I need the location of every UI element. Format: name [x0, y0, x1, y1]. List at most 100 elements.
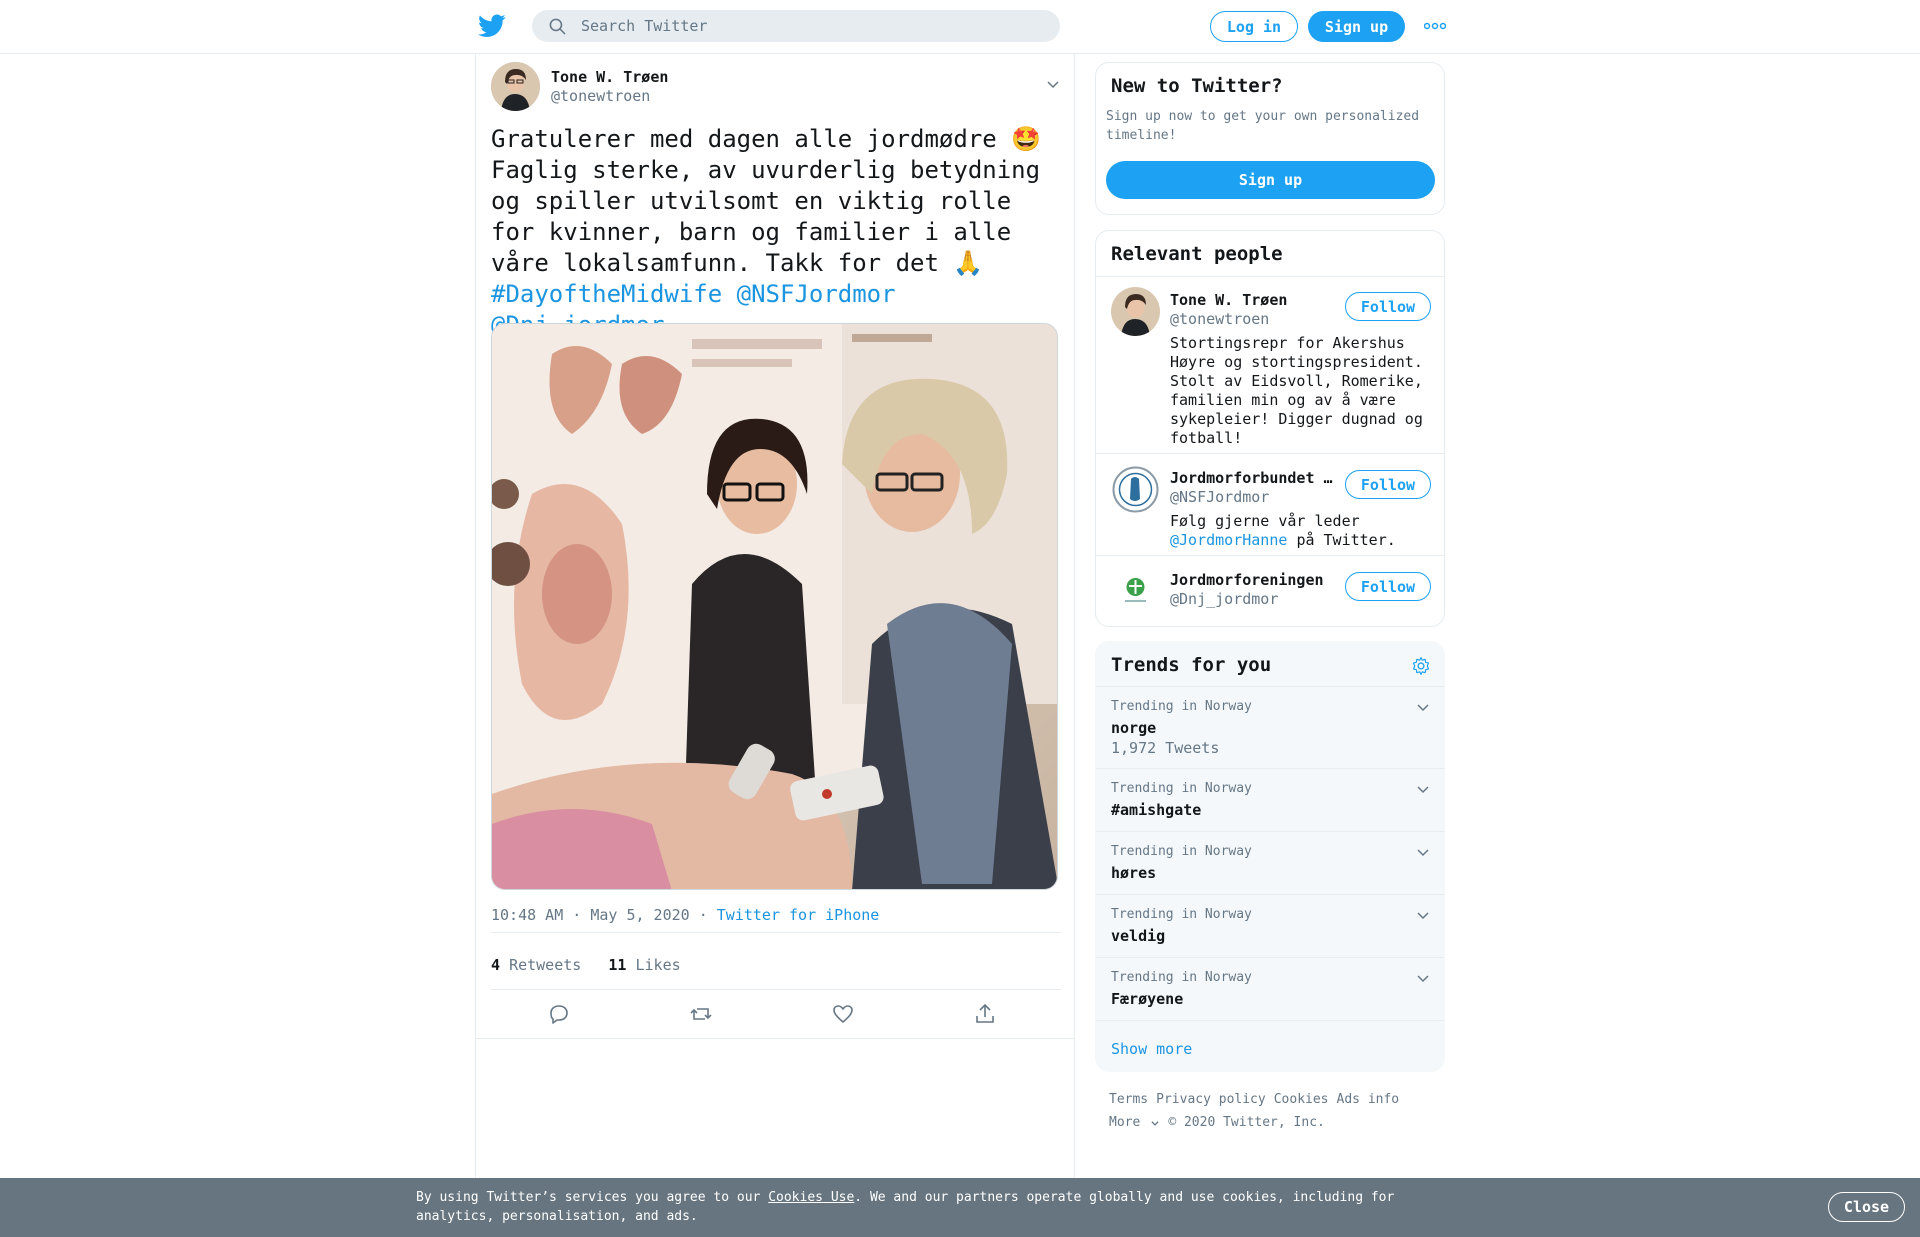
sidebar-signup-button[interactable]: Sign up [1106, 161, 1435, 199]
trend-item[interactable]: Trending in Norway høres [1096, 832, 1444, 895]
reply-icon[interactable] [547, 1002, 571, 1026]
footer-more-link[interactable]: More [1109, 1115, 1160, 1130]
tweet-text: Gratulerer med dagen alle jordmødre 🤩 Fa… [491, 124, 1066, 341]
trend-count: 1,972 Tweets [1111, 739, 1220, 757]
chevron-down-icon[interactable] [1415, 907, 1431, 923]
likes-count: 11 [608, 956, 627, 974]
signup-card: New to Twitter? Sign up now to get your … [1095, 62, 1445, 215]
copyright: © 2020 Twitter, Inc. [1168, 1115, 1325, 1130]
show-more-link[interactable]: Show more [1111, 1040, 1192, 1058]
like-heart-icon[interactable] [831, 1002, 855, 1026]
person-handle[interactable]: @tonewtroen [1170, 310, 1269, 328]
person-avatar[interactable] [1111, 567, 1160, 616]
footer-link-cookies[interactable]: Cookies [1274, 1092, 1329, 1107]
cookie-banner: By using Twitter’s services you agree to… [0, 1178, 1920, 1237]
trend-name: #amishgate [1111, 801, 1202, 819]
person-avatar[interactable] [1111, 287, 1160, 336]
star-struck-emoji-icon: 🤩 [1011, 125, 1042, 153]
trend-item[interactable]: Trending in Norway #amishgate [1096, 769, 1444, 832]
person-handle[interactable]: @Dnj_jordmor [1170, 590, 1278, 608]
trend-name: veldig [1111, 927, 1166, 945]
tweet-source-link[interactable]: Twitter for iPhone [717, 906, 880, 924]
person-name[interactable]: Tone W. Trøen [1170, 291, 1340, 309]
tweet-photo[interactable] [491, 323, 1058, 890]
person-bio: Følg gjerne vår leder @JordmorHanne på T… [1170, 512, 1432, 550]
person-bio-text: Følg gjerne vår leder [1170, 512, 1360, 530]
retweets-count: 4 [491, 956, 501, 974]
chevron-down-icon[interactable] [1415, 699, 1431, 715]
person-bio-text: på Twitter. [1296, 531, 1396, 549]
search-input[interactable] [581, 17, 1021, 35]
divider [1096, 276, 1444, 277]
trend-context: Trending in Norway [1111, 781, 1252, 796]
divider [491, 932, 1061, 933]
trend-name: norge [1111, 719, 1157, 737]
divider [491, 989, 1061, 990]
person-bio: Stortingsrepr for Akershus Høyre og stor… [1170, 334, 1423, 447]
chevron-down-icon[interactable] [1415, 781, 1431, 797]
person-name[interactable]: Jordmorforbundet … [1170, 469, 1340, 487]
follow-button[interactable]: Follow [1345, 572, 1431, 601]
mention-link-jordmorhanne[interactable]: @JordmorHanne [1170, 531, 1287, 549]
signup-card-title: New to Twitter? [1111, 75, 1283, 97]
share-icon[interactable] [973, 1002, 997, 1026]
chevron-down-icon[interactable] [1045, 76, 1061, 92]
retweets-label: Retweets [509, 956, 582, 974]
person-item[interactable]: Tone W. Trøen @tonewtroen Follow Stortin… [1096, 287, 1444, 447]
tweet-timestamp[interactable]: 10:48 AM · May 5, 2020 [491, 906, 690, 924]
person-avatar[interactable] [1111, 465, 1160, 514]
person-handle[interactable]: @NSFJordmor [1170, 488, 1269, 506]
person-item[interactable]: Jordmorforbundet … @NSFJordmor Follow Fø… [1096, 465, 1444, 549]
tweet-author: Tone W. Trøen @tonewtroen [491, 62, 1061, 112]
login-button[interactable]: Log in [1210, 11, 1298, 42]
meta-separator: · [698, 906, 708, 924]
follow-button[interactable]: Follow [1345, 470, 1431, 499]
trend-item[interactable]: Trending in Norway veldig [1096, 895, 1444, 958]
footer: Terms Privacy policy Cookies Ads info More ©… [1109, 1088, 1449, 1134]
trends-header: Trends for you [1096, 642, 1444, 687]
folded-hands-emoji-icon: 🙏 [953, 249, 984, 277]
cookie-text-prefix: By using Twitter’s services you agree to… [416, 1190, 761, 1205]
footer-link-privacy[interactable]: Privacy policy [1156, 1092, 1266, 1107]
relevant-people-card: Relevant people Tone W. Trøen @tonewtroe… [1095, 230, 1445, 627]
mention-link-nsfjordmor[interactable]: @NSFJordmor [737, 280, 896, 308]
trend-item[interactable]: Trending in Norway Færøyene [1096, 958, 1444, 1021]
trend-context: Trending in Norway [1111, 907, 1252, 922]
retweets-stat[interactable]: 4 Retweets [491, 956, 581, 974]
chevron-down-icon[interactable] [1415, 844, 1431, 860]
person-item[interactable]: Jordmorforeningen @Dnj_jordmor Follow [1096, 567, 1444, 623]
footer-link-terms[interactable]: Terms [1109, 1092, 1148, 1107]
more-options-icon[interactable] [1424, 19, 1446, 33]
trend-name: Færøyene [1111, 990, 1184, 1008]
footer-more-label: More [1109, 1115, 1141, 1130]
retweet-icon[interactable] [689, 1002, 713, 1026]
tweet-text-line1: Gratulerer med dagen alle jordmødre [491, 125, 1012, 153]
signup-button[interactable]: Sign up [1308, 11, 1405, 42]
hashtag-link[interactable]: #DayoftheMidwife [491, 280, 722, 308]
close-cookie-button[interactable]: Close [1828, 1192, 1905, 1222]
trend-item[interactable]: Trending in Norway norge 1,972 Tweets [1096, 687, 1444, 769]
author-avatar[interactable] [491, 62, 540, 111]
chevron-down-icon[interactable] [1415, 970, 1431, 986]
signup-card-description: Sign up now to get your own personalized… [1106, 109, 1420, 143]
footer-link-ads-info[interactable]: Ads info [1337, 1092, 1400, 1107]
trend-context: Trending in Norway [1111, 844, 1252, 859]
tweet-meta: 10:48 AM · May 5, 2020 · Twitter for iPh… [491, 906, 879, 924]
trend-context: Trending in Norway [1111, 699, 1252, 714]
likes-stat[interactable]: 11 Likes [608, 956, 680, 974]
divider [1096, 555, 1444, 556]
chevron-down-icon [1151, 1120, 1159, 1126]
person-name[interactable]: Jordmorforeningen [1170, 571, 1340, 589]
tweet-actions [491, 1002, 1061, 1032]
follow-button[interactable]: Follow [1345, 292, 1431, 321]
twitter-logo-icon[interactable] [478, 14, 506, 38]
trends-card: Trends for you Trending in Norway norge … [1095, 641, 1445, 1072]
author-handle[interactable]: @tonewtroen [551, 87, 650, 105]
search-box[interactable] [532, 10, 1060, 42]
divider [1096, 453, 1444, 454]
tweet-stats: 4 Retweets 11 Likes [491, 956, 681, 974]
author-name[interactable]: Tone W. Trøen [551, 68, 668, 86]
gear-icon[interactable] [1411, 656, 1431, 676]
divider [476, 1038, 1074, 1039]
cookies-use-link[interactable]: Cookies Use [768, 1190, 854, 1205]
